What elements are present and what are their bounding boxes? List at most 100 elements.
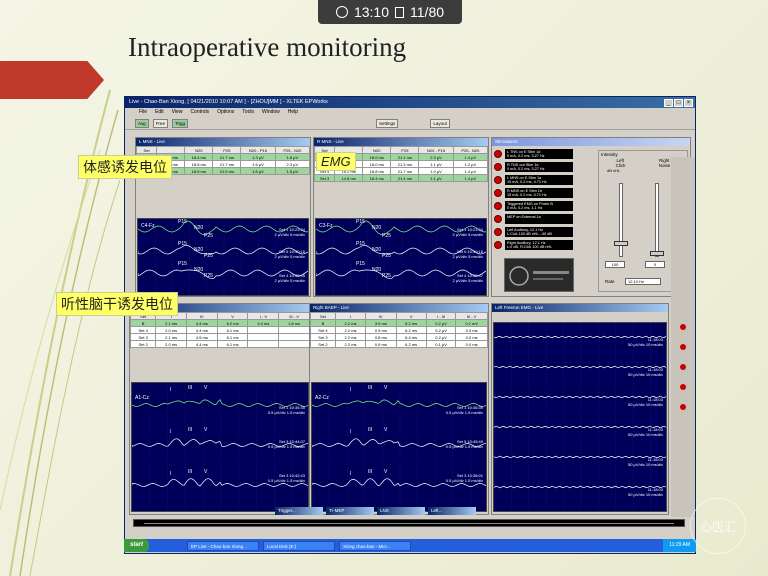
peak-label: III <box>368 469 373 475</box>
stim-on-icon[interactable] <box>494 201 502 210</box>
menu-help[interactable]: Help <box>288 108 298 117</box>
panel-title: Left Freerun EMG - Live <box>492 304 668 312</box>
maximize-button[interactable]: □ <box>674 98 683 107</box>
menu-view[interactable]: View <box>172 108 183 117</box>
minimized-window[interactable]: Left... <box>428 507 476 515</box>
minimize-button[interactable]: _ <box>664 98 673 107</box>
stimulator-item[interactable]: Right Auditory, 12.1 Hz L:0 dB, R:Clck 10… <box>494 239 573 250</box>
table-row[interactable]: Set 3 2.2 ms 0.8 ms 6.4 ms 0.2 µV 0.0 ms <box>310 333 488 341</box>
peak-label: P25 <box>382 273 391 279</box>
right-intensity-value[interactable]: 0 <box>645 261 665 268</box>
peak-label: P25 <box>204 273 213 279</box>
slide-title: Intraoperative monitoring <box>128 32 407 62</box>
peak-label: V <box>384 469 388 475</box>
trace-annotation: Set 1 10:23:34 2 µV/div 5 ms/div <box>274 227 305 237</box>
minimized-window[interactable]: Trigger... <box>275 507 323 515</box>
peak-label: N20 <box>372 247 382 253</box>
trace-annotation: 11:18:03 50 µV/div 10 ms/div <box>628 367 663 377</box>
minimized-window[interactable]: Tr-MEP <box>326 507 374 515</box>
timeline-bar[interactable] <box>133 519 685 527</box>
side-tool-icons[interactable] <box>671 157 695 517</box>
table-row[interactable]: B 2.1 ms 4.4 ms 6.2 ms 4.0 ms 1.8 ms <box>129 319 310 327</box>
window-titlebar: Live - Chao-Ban Xiong, [ 04/21/2010 10:0… <box>125 97 695 108</box>
taskbar-item[interactable]: Xiong chao-ban - Micr... <box>339 540 412 551</box>
free-button[interactable]: Free <box>152 118 168 128</box>
menu-controls[interactable]: Controls <box>190 108 209 117</box>
peak-label: III <box>188 427 193 433</box>
stimulator-item[interactable]: L TNS on E Stim 1d 0 mA, 0.2 ms, 3.27 Hz <box>494 148 573 159</box>
table-row[interactable]: Set 3 14.8 ms 18.4 ms 21.4 ms 1.1 µV 1.4 µV <box>313 174 489 182</box>
trace-annotation: 11:18:03 50 µV/div 10 ms/div <box>628 427 663 437</box>
r-mns-scope: C3-Fz P15 N20 P25 P15 N20 P25 P15 N20 P2… <box>315 218 487 296</box>
panel-right-baep: Right BAEP - Live Set I III V I - III III - V… <box>309 303 489 515</box>
stimulator-item[interactable]: L MNS on E Stim 1a 15 mA, 0.2 ms, 4.71 Hz <box>494 174 573 185</box>
peak-label: N20 <box>372 225 382 231</box>
peak-label: N20 <box>194 247 204 253</box>
settings-button[interactable]: Settings <box>376 118 399 128</box>
peak-label: III <box>368 427 373 433</box>
right-intensity-slider[interactable] <box>655 183 659 257</box>
rate-field[interactable]: 12.10 Hz <box>625 278 661 285</box>
trace-annotation: 11:18:03 50 µV/div 10 ms/div <box>628 337 663 347</box>
stim-on-icon[interactable] <box>494 162 502 171</box>
peak-label: N20 <box>194 225 204 231</box>
layout-button[interactable]: Layout <box>430 118 450 128</box>
clock-icon <box>335 6 348 18</box>
peak-label: I <box>350 429 352 435</box>
taskbar-item[interactable]: EP Live - Chao-ban Xiong... <box>187 540 260 551</box>
stimulator-item[interactable]: MEP on External 1a <box>494 213 573 224</box>
freerun-emg-scope: 11:18:03 50 µV/div 10 ms/div 11:18:03 50 µ… <box>493 322 667 512</box>
stim-on-icon[interactable] <box>494 214 502 223</box>
table-row[interactable]: Set 4 2.2 ms 0.9 ms 6.2 ms 0.2 µV 0.0 ms <box>310 326 488 334</box>
stimulator-item[interactable]: R MNS on E Stim 1b 15 mA, 0.2 ms, 4.71 Hz <box>494 187 573 198</box>
menu-edit[interactable]: Edit <box>155 108 164 117</box>
left-intensity-value[interactable]: 100 <box>605 261 625 268</box>
peak-label: P25 <box>382 233 391 239</box>
xltek-logo <box>504 258 574 292</box>
table-row[interactable]: Set 2 2.0 ms 4.4 ms 6.1 ms <box>129 340 310 348</box>
menu-file[interactable]: File <box>139 108 147 117</box>
stimulator-item[interactable]: R TNS out Stim 1e 0 mA, 0.2 ms, 3.27 Hz <box>494 161 573 172</box>
stim-on-icon[interactable] <box>494 149 502 158</box>
panel-title: L MNS - Live <box>136 138 310 146</box>
stim-on-icon[interactable] <box>494 227 502 236</box>
minimized-window[interactable]: LNS <box>377 507 425 515</box>
right-slider-handle[interactable] <box>650 251 664 256</box>
panel-freerun-emg: Left Freerun EMG - Live 11:18:03 50 µV/di… <box>491 303 669 515</box>
stim-on-icon[interactable] <box>494 188 502 197</box>
menu-options[interactable]: Options <box>217 108 234 117</box>
freerun-emg-waveforms <box>494 323 666 511</box>
table-row[interactable]: Set 2 2.2 ms 0.9 ms 6.2 ms 0.1 µV 0.0 ms <box>310 340 488 348</box>
stimulator-item[interactable]: Triggered EMG on Probe B0 mA, 0.2 ms, 1.… <box>494 200 573 211</box>
peak-label: P15 <box>178 261 187 267</box>
stim-on-icon[interactable] <box>494 240 502 249</box>
peak-label: I <box>170 387 172 393</box>
peak-label: I <box>350 471 352 477</box>
close-button[interactable]: × <box>684 98 693 107</box>
menu-tools[interactable]: Tools <box>242 108 254 117</box>
start-button[interactable]: start <box>124 539 150 552</box>
left-slider-handle[interactable] <box>614 241 628 246</box>
table-row[interactable]: Set 4 2.0 ms 4.4 ms 6.1 ms <box>129 326 310 334</box>
stimulator-item[interactable]: Left Auditory, 12.1 Hz L:Clck 100 dB nHL,… <box>494 226 573 237</box>
avg-button[interactable]: Avg <box>135 118 149 128</box>
trace-annotation: Set 1 10:23:34 2 µV/div 5 ms/div <box>452 227 483 237</box>
menu-window[interactable]: Window <box>262 108 280 117</box>
channel-label: C4-Fz <box>141 223 155 229</box>
channel-label: A1-Cz <box>135 395 149 401</box>
minimized-windows: Trigger... Tr-MEP LNS Left... <box>275 507 476 515</box>
trace-annotation: Set 4 10:38:45 2 µV/div 5 ms/div <box>274 273 305 283</box>
panel-title: R MNS - Live <box>314 138 488 146</box>
peak-label: N20 <box>194 267 204 273</box>
stim-on-icon[interactable] <box>494 175 502 184</box>
menubar: File Edit View Controls Options Tools Wi… <box>125 108 695 117</box>
peak-label: III <box>188 469 193 475</box>
table-row[interactable]: Set 3 2.1 ms 4.5 ms 6.1 ms <box>129 333 310 341</box>
taskbar-item[interactable]: Local Disk (E:) <box>263 540 336 551</box>
toolbar: Avg Free Trigg Settings Layout <box>125 117 695 130</box>
label-ssep: 体感诱发电位 <box>78 155 172 179</box>
table-row[interactable]: B 2.2 ms 3.9 ms 6.2 ms 0.2 µV 0.2 mV <box>310 319 488 327</box>
trigg-button[interactable]: Trigg <box>171 118 189 128</box>
trace-annotation: Set 3 10:38:01 0.5 µV/div 1.5 ms/div <box>445 473 483 483</box>
panel-title: Stimulators <box>492 138 690 146</box>
